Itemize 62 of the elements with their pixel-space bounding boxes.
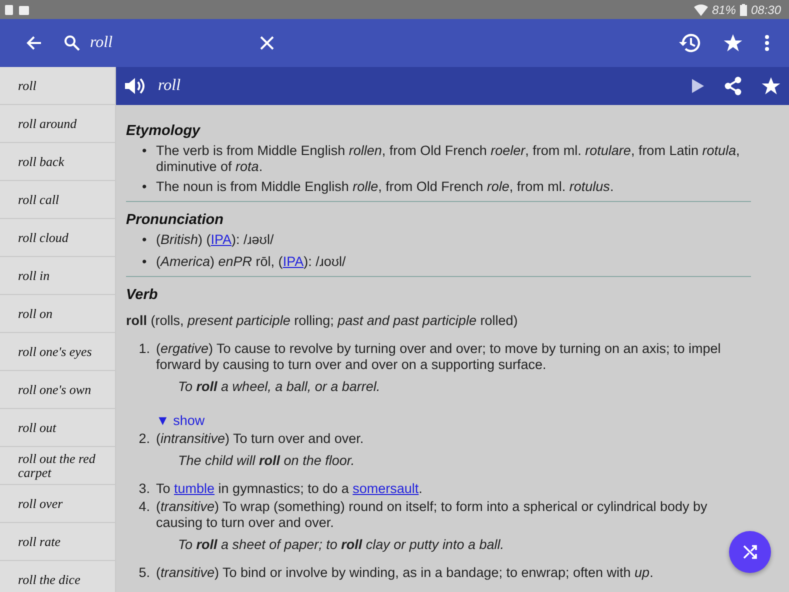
pronunciation-item: (British) (IPA): /ɹəʊl/: [156, 232, 274, 248]
word-list-item[interactable]: roll around: [0, 105, 115, 143]
search-icon: [64, 35, 80, 51]
etymology-item: The noun is from Middle English rolle, from Old French role, from ml. rotulus.: [156, 179, 614, 195]
word-list-item[interactable]: roll rate: [0, 523, 115, 561]
section-heading: Verb: [126, 287, 159, 303]
word-list-item[interactable]: roll over: [0, 485, 115, 523]
headword: roll: [158, 77, 181, 95]
star-icon[interactable]: [723, 33, 743, 53]
ipa-link[interactable]: IPA: [282, 254, 304, 269]
section-heading: Pronunciation: [126, 212, 224, 228]
sense-number: 2.: [138, 431, 151, 447]
word-list-item[interactable]: roll call: [0, 181, 115, 219]
word-list-item[interactable]: roll on: [0, 295, 115, 333]
sense-number: 4.: [138, 499, 151, 516]
speaker-icon[interactable]: [124, 76, 146, 96]
etymology-item: The verb is from Middle English rollen, from Old French roeler, from ml. rotulare, from Latin rotula, diminutive of rota.: [156, 143, 741, 175]
bullet-marker: •: [142, 179, 148, 195]
word-list-item[interactable]: roll out the red carpet: [0, 447, 115, 485]
usage-example: The child will roll on the floor.: [178, 453, 355, 469]
battery-icon: [740, 4, 747, 16]
sense-number: 3.: [138, 481, 151, 497]
sense-definition: (intransitive) To turn over and over.: [156, 431, 364, 447]
more-icon[interactable]: [765, 35, 769, 51]
play-icon[interactable]: [691, 78, 705, 94]
word-list-item[interactable]: roll one's eyes: [0, 333, 115, 371]
close-icon[interactable]: [260, 36, 274, 50]
bullet-marker: •: [142, 254, 148, 270]
sense-definition: (transitive) To wrap (something) round on itself; to form into a spherical or cylindrical body by causing to turn over and over.: [156, 499, 708, 531]
word-list-item[interactable]: roll: [0, 67, 115, 105]
star-icon[interactable]: [761, 76, 781, 96]
sense-definition: (transitive) To bind or involve by winding, as in a bandage; to enwrap; often with up.: [156, 565, 654, 581]
clock: 08:30: [750, 2, 781, 16]
word-list-item[interactable]: roll cloud: [0, 219, 115, 257]
word-list-item[interactable]: roll one's own: [0, 371, 115, 409]
search-field[interactable]: roll: [90, 34, 260, 52]
battery-percent: 81%: [712, 2, 736, 16]
sense-definition: (ergative) To cause to revolve by turning over and over; to move by turning on an axis; to impel forward by causing to turn over and over on a supporting surface.: [156, 341, 722, 373]
usage-example: To roll a wheel, a ball, or a barrel.: [178, 379, 380, 395]
word-link[interactable]: somersault: [352, 481, 419, 496]
section-heading: Etymology: [126, 123, 202, 139]
wifi-icon: [694, 4, 708, 16]
history-icon[interactable]: [677, 32, 701, 54]
bullet-marker: •: [142, 232, 148, 248]
ipa-link[interactable]: IPA: [210, 232, 232, 247]
shuffle-button[interactable]: [729, 531, 771, 573]
word-list-item[interactable]: roll back: [0, 143, 115, 181]
sense-definition: To tumble in gymnastics; to do a somersault.: [156, 481, 422, 497]
show-toggle[interactable]: ▼ show: [156, 413, 205, 429]
bullet-marker: •: [142, 143, 148, 160]
word-list-item[interactable]: roll out: [0, 409, 115, 447]
share-icon[interactable]: [723, 76, 743, 96]
word-list-item[interactable]: roll the dice: [0, 561, 115, 592]
pronunciation-item: (America) enPR rōl, (IPA): /ɹoʊl/: [156, 254, 346, 270]
shuffle-icon: [742, 544, 758, 560]
word-list-item[interactable]: roll in: [0, 257, 115, 295]
sense-number: 1.: [138, 341, 151, 358]
word-link[interactable]: tumble: [174, 481, 215, 496]
usage-example: To roll a sheet of paper; to roll clay or putty into a ball.: [178, 537, 504, 553]
back-icon[interactable]: [26, 35, 42, 51]
inflection-line: roll (rolls, present participle rolling; past and past participle rolled): [126, 313, 519, 329]
sense-number: 5.: [138, 565, 151, 581]
